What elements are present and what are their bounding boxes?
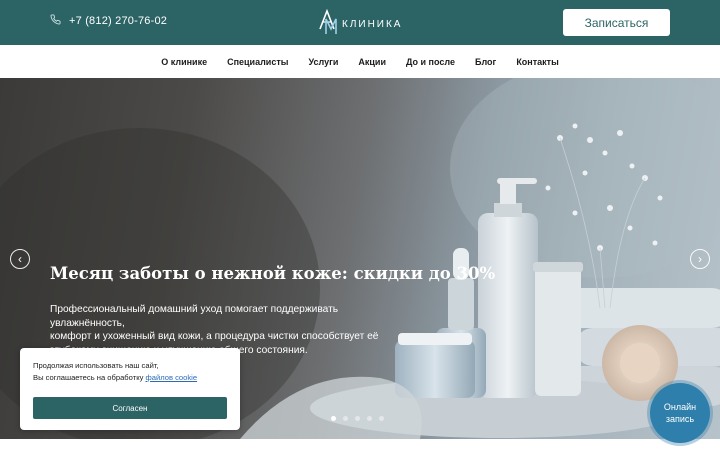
cookie-policy-link[interactable]: файлов cookie bbox=[146, 373, 198, 382]
logo-text: КЛИНИКА bbox=[342, 19, 403, 30]
nav-item-blog[interactable]: Блог bbox=[475, 57, 496, 67]
logo-mark bbox=[319, 9, 337, 34]
main-nav: О клинике Специалисты Услуги Акции До и … bbox=[0, 45, 720, 78]
nav-item-about[interactable]: О клинике bbox=[161, 57, 207, 67]
signup-button[interactable]: Записаться bbox=[563, 9, 670, 36]
slider-dot-4[interactable] bbox=[367, 416, 372, 421]
chevron-right-icon: › bbox=[698, 252, 702, 266]
nav-item-specialists[interactable]: Специалисты bbox=[227, 57, 288, 67]
online-booking-label-line-1: Онлайн bbox=[663, 402, 697, 412]
cookie-accept-button[interactable]: Согласен bbox=[33, 397, 227, 419]
hero-title: Месяц заботы о нежной коже: скидки до 30… bbox=[50, 264, 496, 283]
chevron-left-icon: ‹ bbox=[18, 252, 22, 266]
phone-contact[interactable]: +7 (812) 270-76-02 bbox=[50, 14, 167, 28]
cookie-text-line-2: Вы соглашаетесь на обработку файлов cook… bbox=[33, 372, 227, 384]
phone-number[interactable]: +7 (812) 270-76-02 bbox=[69, 15, 167, 27]
slider-pagination bbox=[331, 416, 384, 421]
cookie-text-line-1: Продолжая использовать наш сайт, bbox=[33, 361, 159, 370]
phone-icon bbox=[50, 14, 61, 28]
slider-dot-5[interactable] bbox=[379, 416, 384, 421]
slider-prev-button[interactable]: ‹ bbox=[10, 249, 30, 269]
slider-next-button[interactable]: › bbox=[690, 249, 710, 269]
online-booking-button[interactable]: Онлайн запись bbox=[650, 383, 710, 443]
top-bar: +7 (812) 270-76-02 КЛИНИКА Записаться bbox=[0, 0, 720, 45]
slider-dot-3[interactable] bbox=[355, 416, 360, 421]
online-booking-label-line-2: запись bbox=[665, 414, 695, 424]
nav-item-before-after[interactable]: До и после bbox=[406, 57, 455, 67]
slider-dot-1[interactable] bbox=[331, 416, 336, 421]
clinic-logo[interactable]: КЛИНИКА bbox=[318, 9, 402, 35]
nav-item-contacts[interactable]: Контакты bbox=[516, 57, 558, 67]
slider-dot-2[interactable] bbox=[343, 416, 348, 421]
nav-item-promotions[interactable]: Акции bbox=[358, 57, 386, 67]
cookie-banner: Продолжая использовать наш сайт, Вы согл… bbox=[20, 348, 240, 430]
hero-description-line: комфорт и ухоженный вид кожи, а процедур… bbox=[50, 331, 379, 342]
cookie-text-prefix: Вы соглашаетесь на обработку bbox=[33, 373, 146, 382]
nav-item-services[interactable]: Услуги bbox=[308, 57, 338, 67]
hero-description-line: Профессиональный домашний уход помогает … bbox=[50, 304, 339, 329]
